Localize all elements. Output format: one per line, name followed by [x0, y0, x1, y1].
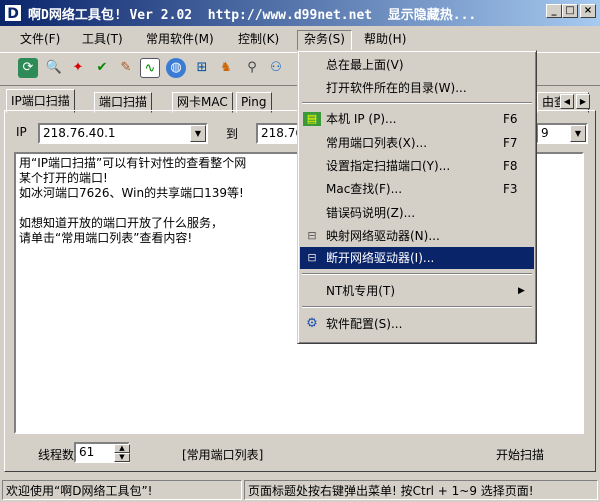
menu-control[interactable]: 控制(K) — [232, 30, 285, 49]
menu-open-software-dir[interactable]: 打开软件所在的目录(W)... — [300, 77, 534, 99]
person-icon[interactable]: ♞ — [216, 58, 236, 78]
app-icon[interactable]: D — [4, 4, 22, 22]
menu-separator — [302, 102, 532, 104]
submenu-arrow-icon: ▶ — [518, 286, 525, 296]
ip-to-combo[interactable]: 218.76 — [256, 123, 302, 144]
menu-file[interactable]: 文件(F) — [14, 30, 66, 49]
usb-icon[interactable]: ⚲ — [242, 58, 262, 78]
menu-item-label: 错误码说明(Z)... — [326, 206, 416, 220]
tab-scroll-left-icon[interactable]: ◀ — [560, 94, 574, 109]
close-button[interactable]: × — [580, 4, 596, 18]
menu-item-label: 总在最上面(V) — [326, 58, 404, 72]
brush-icon[interactable]: ✎ — [116, 58, 136, 78]
network-icon[interactable]: ⊞ — [192, 58, 212, 78]
window-title: 啊D网络工具包! Ver 2.02 http://www.d99net.net … — [28, 8, 477, 23]
menu-item-shortcut: F6 — [503, 112, 518, 126]
menu-separator — [302, 273, 532, 275]
to-label: 到 — [226, 127, 239, 141]
menu-map-network-drive[interactable]: ⊟ 映射网络驱动器(N)... — [300, 225, 534, 247]
settings-icon: ⚙ — [306, 316, 318, 331]
ip-from-dropdown-icon[interactable]: ▼ — [190, 125, 206, 142]
menu-item-label: NT机专用(T) — [326, 284, 396, 298]
menu-separator — [302, 306, 532, 308]
disconnect-drive-icon: ⊟ — [307, 251, 317, 264]
menu-tools[interactable]: 工具(T) — [76, 30, 129, 49]
menu-item-label: Mac查找(F)... — [326, 182, 403, 196]
minimize-button[interactable]: _ — [546, 4, 562, 18]
status-welcome: 欢迎使用“啊D网络工具包”! — [2, 480, 242, 500]
tab-scroll-right-icon[interactable]: ▶ — [576, 94, 590, 109]
menu-disconnect-network-drive[interactable]: ⊟ 断开网络驱动器(I)... — [300, 247, 534, 269]
menu-error-code-help[interactable]: 错误码说明(Z)... — [300, 202, 534, 224]
status-hint: 页面标题处按右键弹出菜单! 按Ctrl + 1~9 选择页面! — [244, 480, 598, 500]
menu-item-label: 常用端口列表(X)... — [326, 136, 428, 150]
menu-local-ip[interactable]: ▤ 本机 IP (P)... F6 — [300, 108, 534, 130]
menu-item-shortcut: F8 — [503, 159, 518, 173]
menu-always-on-top[interactable]: 总在最上面(V) — [300, 54, 534, 76]
threads-label: 线程数: — [38, 448, 79, 462]
menu-software-config[interactable]: ⚙ 软件配置(S)... — [300, 313, 534, 335]
ip-to-dropdown-icon[interactable]: ▼ — [570, 125, 586, 142]
menu-common-software[interactable]: 常用软件(M) — [140, 30, 220, 49]
menu-item-shortcut: F3 — [503, 182, 518, 196]
menu-item-label: 映射网络驱动器(N)... — [326, 229, 440, 243]
menu-misc[interactable]: 杂务(S) — [297, 30, 352, 51]
chart-icon[interactable]: ∿ — [140, 58, 160, 78]
port-list-button[interactable]: [常用端口列表] — [182, 446, 263, 463]
threads-down-icon[interactable]: ▼ — [114, 453, 130, 462]
maximize-button[interactable]: □ — [562, 4, 578, 18]
menu-mac-lookup[interactable]: Mac查找(F)... F3 — [300, 178, 534, 200]
globe-icon[interactable]: ◍ — [166, 58, 186, 78]
ip-label: IP — [16, 125, 27, 139]
menu-set-scan-port[interactable]: 设置指定扫描端口(Y)... F8 — [300, 155, 534, 177]
menu-item-label: 打开软件所在的目录(W)... — [326, 81, 467, 95]
refresh-icon[interactable]: ⟳ — [18, 58, 38, 78]
check-icon[interactable]: ✔ — [92, 58, 112, 78]
menu-nt-only[interactable]: NT机专用(T) ▶ — [300, 280, 534, 302]
map-drive-icon: ⊟ — [307, 229, 317, 242]
menu-item-shortcut: F7 — [503, 136, 518, 150]
menu-common-port-list[interactable]: 常用端口列表(X)... F7 — [300, 132, 534, 154]
menu-item-label: 本机 IP (P)... — [326, 112, 397, 126]
start-scan-button[interactable]: 开始扫描 — [496, 446, 544, 463]
menu-help[interactable]: 帮助(H) — [358, 30, 412, 49]
scan-icon[interactable]: ⚇ — [266, 58, 286, 78]
menu-item-label: 断开网络驱动器(I)... — [326, 251, 435, 265]
colors-icon[interactable]: ✦ — [68, 58, 88, 78]
search-icon[interactable]: 🔍 — [44, 58, 64, 78]
network-card-icon: ▤ — [303, 112, 321, 126]
threads-up-icon[interactable]: ▲ — [114, 444, 130, 453]
ip-from-combo[interactable]: 218.76.40.1 — [38, 123, 208, 144]
menu-item-label: 设置指定扫描端口(Y)... — [326, 159, 451, 173]
menu-item-label: 软件配置(S)... — [326, 317, 403, 331]
